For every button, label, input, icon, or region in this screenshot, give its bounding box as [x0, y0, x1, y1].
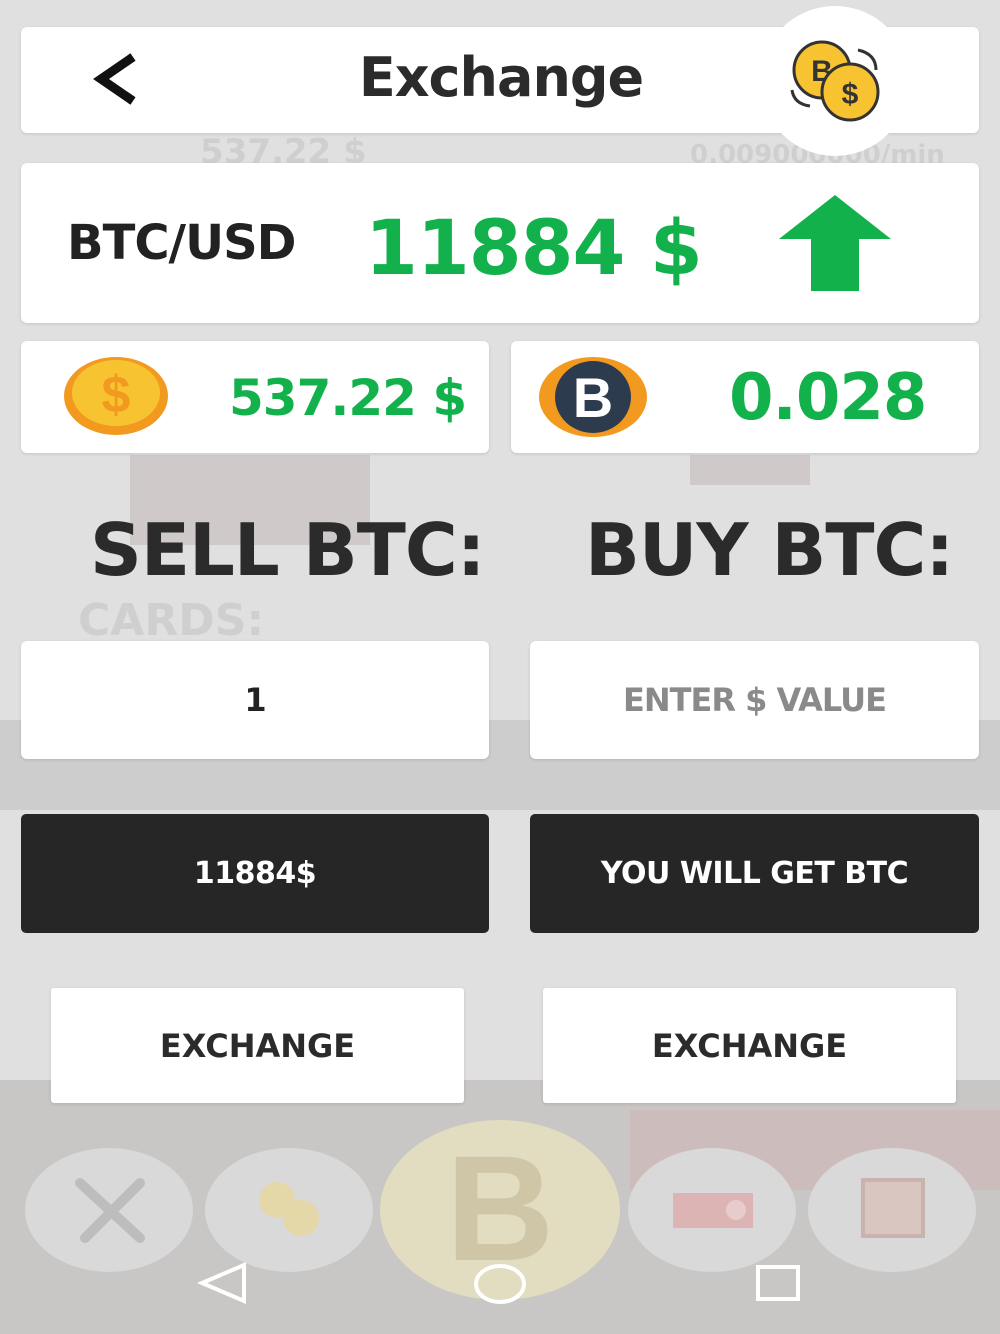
bitcoin-coin-icon: B	[539, 357, 647, 437]
svg-text:$: $	[102, 366, 131, 424]
buy-exchange-label: EXCHANGE	[651, 1026, 848, 1065]
buy-result-display: YOU WILL GET BTC	[530, 814, 979, 933]
svg-text:$: $	[842, 78, 859, 111]
usd-balance: 537.22 $	[229, 369, 467, 427]
sell-result-display: 11884$	[21, 814, 489, 933]
back-nav-icon	[196, 1261, 246, 1305]
svg-text:B: B	[573, 366, 613, 429]
ghost-cards-text: CARDS:	[78, 595, 265, 646]
buy-heading: BUY BTC:	[585, 508, 954, 592]
usd-balance-card: $ 537.22 $	[21, 341, 489, 453]
page-title: Exchange	[358, 45, 644, 109]
sell-exchange-button[interactable]: EXCHANGE	[51, 988, 464, 1103]
home-nav-icon	[474, 1264, 526, 1304]
sell-amount-input[interactable]: 1	[21, 641, 489, 759]
buy-amount-input[interactable]: ENTER $ VALUE	[530, 641, 979, 759]
back-button[interactable]	[91, 53, 141, 109]
rate-value: 11884 $	[365, 203, 703, 292]
coin-exchange-icon: B $	[790, 40, 880, 122]
btc-balance: 0.028	[729, 361, 927, 435]
rate-card: BTC/USD 11884 $	[21, 163, 979, 323]
sell-exchange-label: EXCHANGE	[159, 1026, 356, 1065]
btc-balance-card: B 0.028	[511, 341, 979, 453]
currency-pair-label: BTC/USD	[67, 215, 296, 271]
chevron-left-icon	[93, 53, 136, 105]
system-nav-bar	[196, 1261, 800, 1305]
buy-exchange-button[interactable]: EXCHANGE	[543, 988, 956, 1103]
dollar-coin-icon: $	[64, 357, 168, 435]
sell-heading: SELL BTC:	[90, 508, 485, 592]
sell-amount-value: 1	[244, 681, 266, 719]
exchange-icon-badge[interactable]: B $	[760, 6, 910, 156]
recents-nav-icon	[756, 1265, 800, 1301]
trend-up-arrow-icon	[779, 195, 891, 291]
buy-amount-placeholder: ENTER $ VALUE	[623, 681, 887, 719]
